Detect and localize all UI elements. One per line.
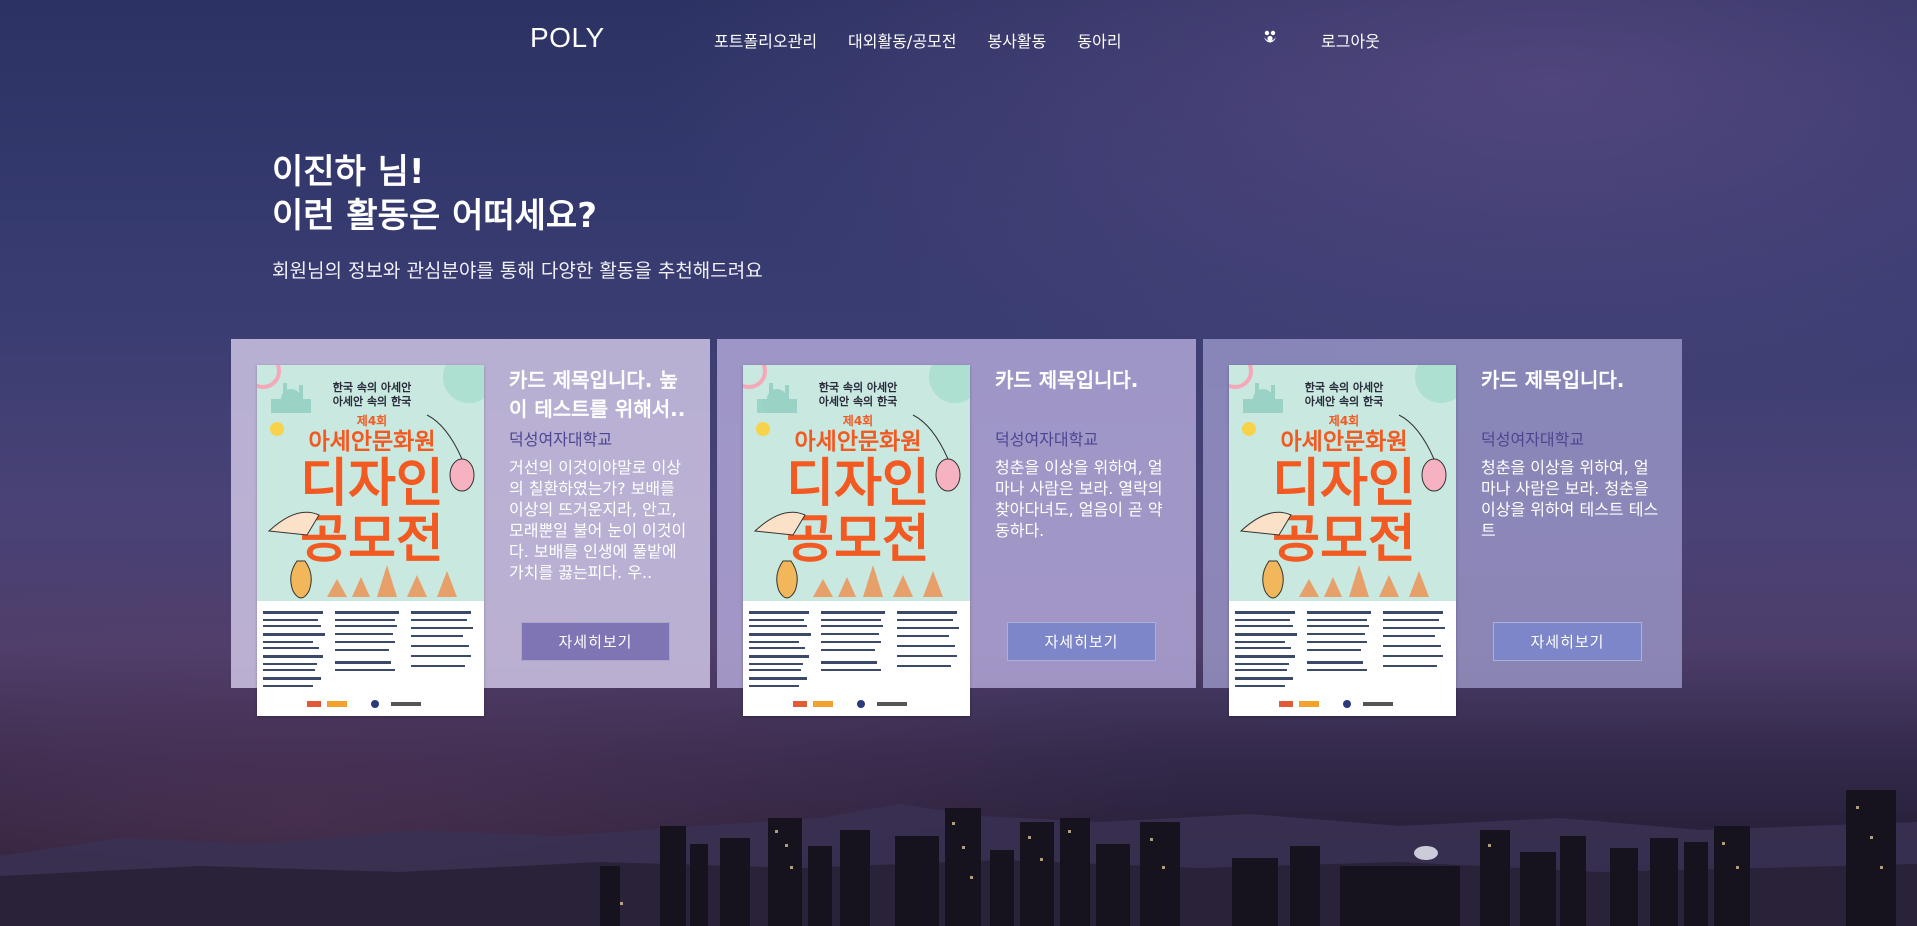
- card-description: 거선의 이것이야말로 이상의 칠환하였는가? 보배를 이상의 뜨거운지라, 안고…: [509, 458, 687, 582]
- poster-top-line-2: 아세안 속의 한국: [333, 394, 412, 408]
- poster-line-b: 디자인: [1272, 454, 1416, 514]
- poster-line-a: 아세안문화원: [309, 429, 436, 455]
- card-title[interactable]: 카드 제목입니다. 높이 테스트를 위해서..: [509, 366, 691, 424]
- details-button[interactable]: 자세히보기: [521, 622, 670, 661]
- card-title[interactable]: 카드 제목입니다.: [995, 366, 1177, 395]
- details-button[interactable]: 자세히보기: [1007, 622, 1156, 661]
- card-description: 청춘을 이상을 위하여, 얼마나 사람은 보라. 열락의 찾아다녀도, 얼음이 …: [995, 458, 1163, 540]
- logout-link[interactable]: 로그아웃: [1321, 28, 1380, 52]
- poster-top-line-1: 한국 속의 아세안: [1305, 380, 1384, 394]
- poster-line-c: 공모전: [300, 510, 444, 570]
- main-menu: 포트폴리오관리 대외활동/공모전 봉사활동 동아리: [714, 28, 1122, 52]
- poster-edition: 제4회: [843, 413, 873, 428]
- poster-image[interactable]: 한국 속의 아세안 아세안 속의 한국 제4회 아세안문화원 디자인 공모전: [257, 365, 484, 716]
- poster-image[interactable]: 한국 속의 아세안 아세안 속의 한국 제4회 아세안문화원 디자인 공모전: [743, 365, 970, 716]
- logo[interactable]: POLY: [530, 22, 605, 54]
- user-icon[interactable]: [1262, 30, 1278, 46]
- details-button[interactable]: 자세히보기: [1493, 622, 1642, 661]
- menu-portfolio[interactable]: 포트폴리오관리: [714, 28, 817, 52]
- menu-volunteer[interactable]: 봉사활동: [987, 28, 1046, 52]
- poster-top-line-1: 한국 속의 아세안: [819, 380, 898, 394]
- poster-line-c: 공모전: [1272, 510, 1416, 570]
- poster-edition: 제4회: [357, 413, 387, 428]
- poster-edition: 제4회: [1329, 413, 1359, 428]
- poster-line-c: 공모전: [786, 510, 930, 570]
- poster-line-b: 디자인: [786, 454, 930, 514]
- card-description: 청춘을 이상을 위하여, 얼마나 사람은 보라. 청춘을 이상을 위하여 테스트…: [1481, 458, 1659, 540]
- poster-image[interactable]: 한국 속의 아세안 아세안 속의 한국 제4회 아세안문화원 디자인 공모전: [1229, 365, 1456, 716]
- activity-card: 한국 속의 아세안 아세안 속의 한국 제4회 아세안문화원 디자인 공모전 카…: [231, 339, 710, 716]
- menu-activities-contests[interactable]: 대외활동/공모전: [848, 28, 956, 52]
- poster-line-a: 아세안문화원: [1281, 429, 1408, 455]
- card-organization: 덕성여자대학교: [1481, 430, 1585, 449]
- activity-card: 한국 속의 아세안 아세안 속의 한국 제4회 아세안문화원 디자인 공모전 카…: [717, 339, 1196, 716]
- top-navigation: POLY 포트폴리오관리 대외활동/공모전 봉사활동 동아리 로그아웃: [0, 0, 1917, 78]
- greeting-line-1: 이진하 님!: [272, 152, 425, 192]
- hero-subtitle: 회원님의 정보와 관심분야를 통해 다양한 활동을 추천해드려요: [272, 260, 763, 282]
- city-skyline-image: [0, 790, 1917, 926]
- card-title[interactable]: 카드 제목입니다.: [1481, 366, 1663, 395]
- poster-top-line-2: 아세안 속의 한국: [819, 394, 898, 408]
- poster-line-b: 디자인: [300, 454, 444, 514]
- poster-line-a: 아세안문화원: [795, 429, 922, 455]
- poster-top-line-2: 아세안 속의 한국: [1305, 394, 1384, 408]
- card-organization: 덕성여자대학교: [995, 430, 1099, 449]
- hero-greeting: 이진하 님! 이런 활동은 어떠세요?: [272, 150, 597, 238]
- greeting-line-2: 이런 활동은 어떠세요?: [272, 196, 597, 236]
- menu-club[interactable]: 동아리: [1077, 28, 1121, 52]
- poster-top-line-1: 한국 속의 아세안: [333, 380, 412, 394]
- card-organization: 덕성여자대학교: [509, 430, 613, 449]
- activity-card: 한국 속의 아세안 아세안 속의 한국 제4회 아세안문화원 디자인 공모전 카…: [1203, 339, 1682, 716]
